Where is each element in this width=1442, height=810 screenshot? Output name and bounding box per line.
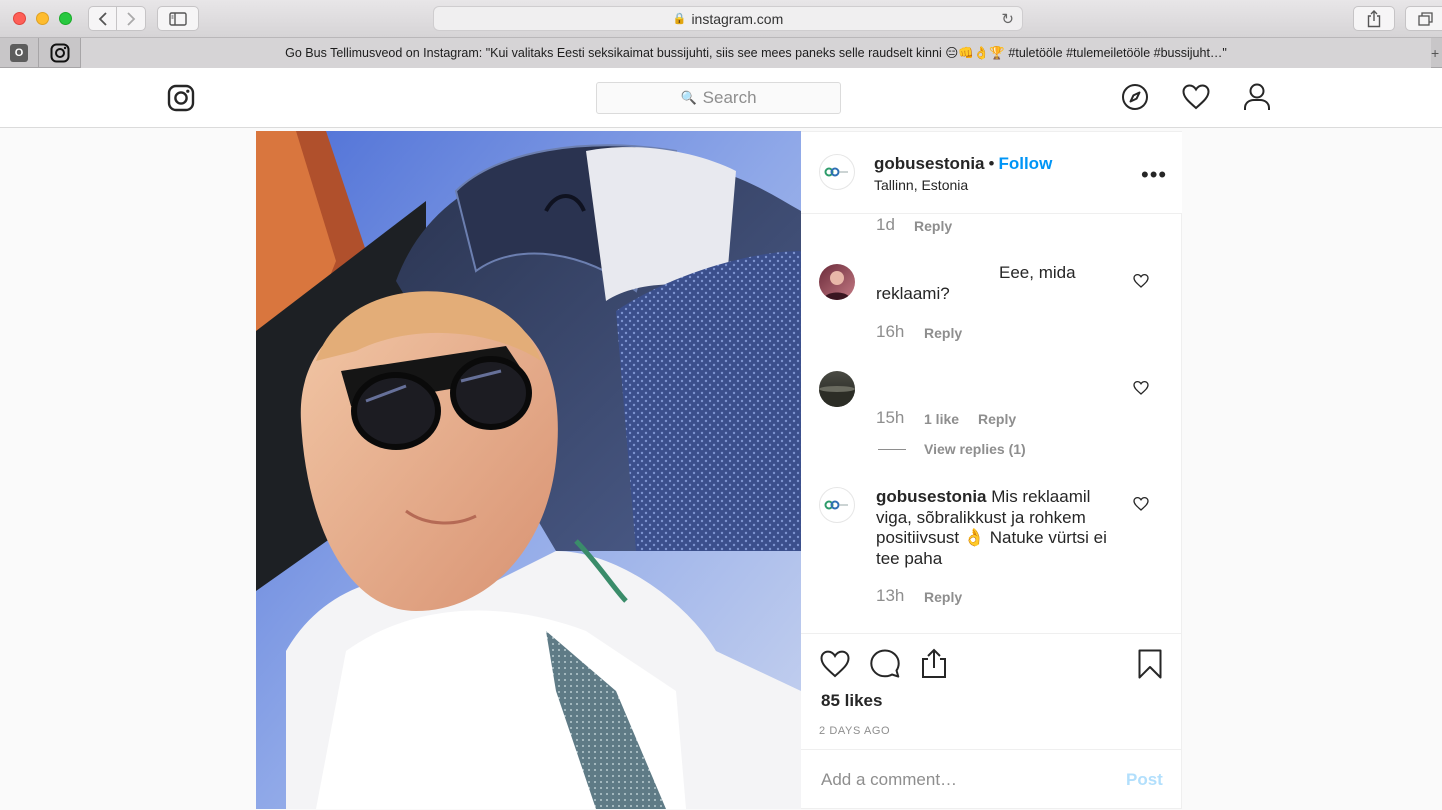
comment-likes-button[interactable]: 1 like bbox=[924, 411, 959, 427]
comment-time: 13h bbox=[876, 586, 905, 605]
new-tab-button[interactable]: + bbox=[1431, 38, 1442, 68]
avatar[interactable] bbox=[819, 154, 855, 190]
profile-icon[interactable] bbox=[1242, 82, 1272, 112]
username-link[interactable]: gobusestonia bbox=[874, 154, 985, 173]
comment-time: 16h bbox=[876, 322, 905, 341]
forward-button[interactable] bbox=[116, 6, 146, 31]
reply-button[interactable]: Reply bbox=[914, 218, 952, 234]
tab-active[interactable]: Go Bus Tellimusveod on Instagram: "Kui v… bbox=[81, 38, 1431, 68]
reply-button[interactable]: Reply bbox=[924, 589, 962, 605]
pinned-tab-o[interactable]: O bbox=[0, 38, 39, 68]
activity-heart-icon[interactable] bbox=[1181, 82, 1211, 112]
share-upload-icon[interactable] bbox=[918, 648, 950, 680]
bookmark-icon[interactable] bbox=[1134, 648, 1166, 680]
pinned-tab-instagram[interactable] bbox=[39, 38, 81, 68]
tab-bar: O Go Bus Tellimusveod on Instagram: "Kui… bbox=[0, 38, 1442, 68]
location-link[interactable]: Tallinn, Estonia bbox=[874, 177, 968, 193]
post-photo[interactable] bbox=[256, 131, 801, 809]
follow-button[interactable]: Follow bbox=[998, 154, 1052, 173]
comment-time: 1d bbox=[876, 215, 895, 234]
instagram-header: 🔍 Search bbox=[0, 68, 1442, 128]
reply-button[interactable]: Reply bbox=[978, 411, 1016, 427]
commenter-photo-icon bbox=[823, 271, 851, 300]
minimize-window-button[interactable] bbox=[36, 12, 49, 25]
o-favicon-icon: O bbox=[10, 44, 28, 62]
view-replies-button[interactable]: View replies (1) bbox=[924, 441, 1026, 457]
chevron-left-icon bbox=[98, 11, 107, 26]
comment-like-heart-icon[interactable] bbox=[1133, 273, 1149, 289]
tab-title: Go Bus Tellimusveod on Instagram: "Kui v… bbox=[285, 46, 1227, 60]
url-text: instagram.com bbox=[691, 10, 784, 27]
zoom-window-button[interactable] bbox=[59, 12, 72, 25]
share-icon bbox=[1367, 9, 1381, 27]
comment-bubble-icon[interactable] bbox=[869, 648, 901, 680]
more-options-button[interactable]: ••• bbox=[1141, 162, 1167, 188]
comment-text: Eee, mida reklaami? bbox=[876, 263, 1076, 303]
browser-titlebar: 🔒 instagram.com ↻ bbox=[0, 0, 1442, 38]
lock-icon: 🔒 bbox=[672, 13, 687, 25]
post-comment-button[interactable]: Post bbox=[1126, 770, 1163, 790]
instagram-favicon-icon bbox=[50, 43, 69, 63]
close-window-button[interactable] bbox=[13, 12, 26, 25]
comment-text: gobusestonia Mis reklaamil viga, sõbrali… bbox=[876, 487, 1116, 569]
comment-like-heart-icon[interactable] bbox=[1133, 496, 1149, 512]
reply-button[interactable]: Reply bbox=[924, 325, 962, 341]
sidebar-toggle-button[interactable] bbox=[157, 6, 199, 31]
address-bar[interactable]: 🔒 instagram.com ↻ bbox=[433, 6, 1023, 31]
like-heart-icon[interactable] bbox=[819, 648, 851, 680]
comment-username-link[interactable]: gobusestonia bbox=[876, 487, 987, 506]
instagram-logo-icon[interactable] bbox=[167, 84, 195, 112]
post-details-panel: gobusestonia • Follow Tallinn, Estonia •••… bbox=[801, 131, 1182, 809]
avatar[interactable] bbox=[819, 371, 855, 407]
comment-time: 15h bbox=[876, 408, 905, 427]
tab-overview-button[interactable] bbox=[1405, 6, 1442, 31]
comment-input[interactable]: Add a comment… bbox=[821, 770, 957, 790]
post-date[interactable]: 2 DAYS AGO bbox=[819, 725, 890, 737]
gobus-logo-icon bbox=[824, 500, 848, 510]
avatar[interactable] bbox=[819, 264, 855, 300]
post-header: gobusestonia • Follow Tallinn, Estonia ••• bbox=[801, 132, 1182, 214]
explore-compass-icon[interactable] bbox=[1120, 82, 1150, 112]
selfie-photo-illustration bbox=[256, 131, 801, 809]
tabs-icon bbox=[1418, 11, 1433, 26]
likes-count[interactable]: 85 likes bbox=[821, 691, 882, 711]
search-placeholder: Search bbox=[702, 88, 757, 107]
reload-icon[interactable]: ↻ bbox=[1001, 10, 1014, 28]
chevron-right-icon bbox=[127, 11, 136, 26]
comment-like-heart-icon[interactable] bbox=[1133, 380, 1149, 396]
share-button[interactable] bbox=[1353, 6, 1395, 31]
replies-divider bbox=[878, 449, 906, 450]
commenter-photo-icon bbox=[819, 386, 855, 407]
separator-dot: • bbox=[988, 154, 995, 173]
post-actions: 85 likes 2 DAYS AGO bbox=[801, 633, 1182, 749]
add-comment-form: Add a comment… Post bbox=[801, 749, 1182, 810]
search-icon: 🔍 bbox=[680, 90, 697, 105]
search-input[interactable]: 🔍 Search bbox=[596, 82, 841, 114]
avatar[interactable] bbox=[819, 487, 855, 523]
gobus-logo-icon bbox=[824, 167, 848, 177]
sidebar-icon bbox=[169, 11, 187, 26]
post-author: gobusestonia • Follow bbox=[874, 154, 1052, 174]
back-button[interactable] bbox=[88, 6, 117, 31]
